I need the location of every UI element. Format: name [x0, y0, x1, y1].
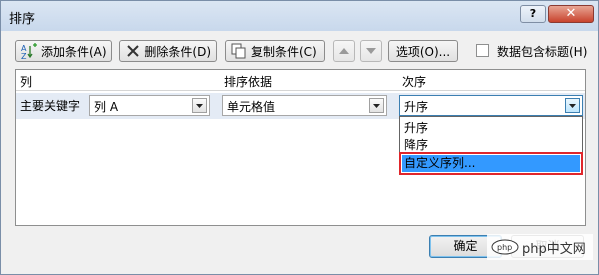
move-down-button[interactable]	[360, 40, 382, 62]
copy-condition-label: 复制条件(C)	[251, 44, 317, 59]
header-checkbox[interactable]	[476, 44, 489, 57]
svg-text:Z: Z	[21, 52, 27, 59]
title-bar: 排序 ? ✕	[1, 1, 598, 31]
column-header-column: 列	[20, 75, 33, 89]
add-level-icon: AZ	[21, 43, 37, 59]
add-condition-label: 添加条件(A)	[41, 44, 107, 59]
triangle-down-icon	[366, 48, 376, 54]
dropdown-option-descending[interactable]: 降序	[402, 137, 580, 154]
chevron-down-icon[interactable]	[192, 98, 207, 113]
dropdown-option-custom-list[interactable]: 自定义序列...	[399, 152, 583, 175]
help-button[interactable]: ?	[520, 5, 546, 23]
column-select[interactable]: 列 A	[89, 95, 210, 116]
move-up-button[interactable]	[333, 40, 355, 62]
order-select-value: 升序	[404, 100, 429, 114]
dialog-title: 排序	[9, 12, 36, 27]
watermark-text: php中文网	[522, 241, 586, 257]
column-header-order: 次序	[402, 75, 427, 89]
watermark: php php中文网	[487, 234, 593, 260]
svg-text:php: php	[497, 243, 512, 252]
sort-on-select-value: 单元格值	[227, 100, 276, 114]
dropdown-option-ascending[interactable]: 升序	[402, 120, 580, 137]
header-divider	[16, 90, 585, 91]
options-button[interactable]: 选项(O)...	[388, 40, 458, 62]
chevron-down-icon[interactable]	[565, 98, 580, 113]
delete-condition-button[interactable]: 删除条件(D)	[119, 40, 217, 62]
column-select-value: 列 A	[94, 100, 119, 114]
close-button[interactable]: ✕	[548, 5, 594, 23]
copy-condition-button[interactable]: 复制条件(C)	[225, 40, 325, 62]
delete-condition-label: 删除条件(D)	[144, 44, 211, 59]
order-select[interactable]: 升序	[399, 95, 583, 116]
php-logo-icon: php	[491, 239, 519, 255]
add-condition-button[interactable]: AZ 添加条件(A)	[15, 40, 112, 62]
sort-dialog: 排序 ? ✕ AZ 添加条件(A) 删除条件(D) 复制条件(C) 选项(O).…	[0, 0, 599, 275]
column-header-sort-on: 排序依据	[224, 75, 273, 89]
chevron-down-icon[interactable]	[369, 98, 384, 113]
delete-x-icon	[125, 43, 140, 59]
primary-key-label: 主要关键字	[20, 99, 81, 113]
copy-icon	[231, 43, 247, 59]
sort-on-select[interactable]: 单元格值	[222, 95, 387, 116]
order-dropdown-list: 升序 降序 自定义序列...	[399, 116, 583, 175]
header-checkbox-label: 数据包含标题(H)	[497, 45, 588, 59]
triangle-up-icon	[339, 48, 349, 54]
